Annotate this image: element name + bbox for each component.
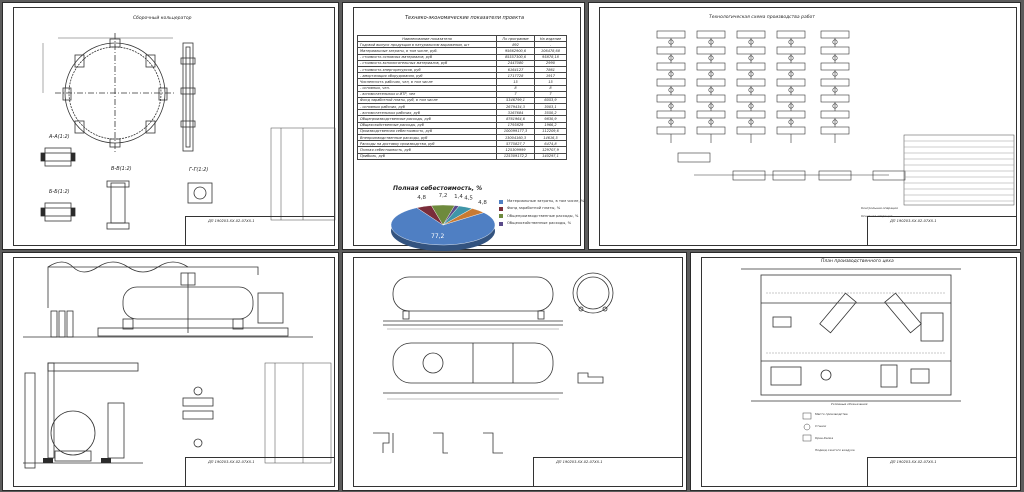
title-block: ДП 190203.ХХ-02-07ХХ.1 (867, 457, 1017, 487)
pie-value-label: 4,8 (478, 200, 487, 206)
flow-step-box (656, 62, 686, 71)
legend-heading: Условные обозначения (831, 402, 868, 406)
pie-value-label: 4,5 (464, 196, 473, 202)
flow-step-box (820, 94, 850, 103)
drawing-code: ДП 190203.ХХ-02-07ХХ.1 (890, 219, 937, 223)
legend-item-3: Кран-балка (815, 436, 834, 440)
drawing-code: ДП 190203.ХХ-02-07ХХ.1 (208, 460, 255, 464)
flow-step-box (776, 46, 806, 55)
legend-label: Фонд заработной платы, % (507, 206, 561, 211)
pie-value-label: 77,2 (431, 233, 445, 240)
flow-step-box (772, 170, 806, 181)
sheet-assembly-fixture: Сборочный кольцератор А-А(1:2) Б-Б(1:2) … (2, 2, 339, 250)
spec-table (270, 127, 336, 221)
title-block: ДП 190203.ХХ-02-07ХХ.1 (185, 457, 335, 487)
legend-item-2: Станок (815, 424, 827, 428)
flow-step-box (656, 110, 686, 119)
flow-step-box (696, 126, 726, 135)
legend-item: Фонд заработной платы, % (499, 206, 587, 211)
flow-step-box (736, 62, 766, 71)
flow-step-box (696, 30, 726, 39)
flow-step-box (736, 78, 766, 87)
legend-label: Общепроизводственные расходы, % (507, 213, 579, 218)
flow-step-box (776, 94, 806, 103)
drawing-code: ДП 190203.ХХ-02-07ХХ.1 (890, 460, 937, 464)
legend-swatch (499, 221, 503, 226)
flow-step-box (820, 78, 850, 87)
flow-step-box (776, 62, 806, 71)
legend-item: Общепроизводственные расходы, % (499, 213, 587, 219)
flow-step-box (776, 126, 806, 135)
legend-label: Материальные затраты, в том числе, % (507, 199, 585, 203)
flow-step-box (677, 152, 711, 163)
flow-step-box (820, 46, 850, 55)
flow-step-box (776, 30, 806, 39)
drawing-code: ДП 190203.ХХ-02-07ХХ.1 (556, 460, 603, 464)
flow-step-box (656, 46, 686, 55)
sheet-economics: Технико-экономические показатели проекта… (342, 2, 587, 251)
flow-step-box (820, 30, 850, 39)
flow-step-box (776, 110, 806, 119)
flow-step-box (696, 78, 726, 87)
flow-step-box (820, 126, 850, 135)
flow-step-box (656, 126, 686, 135)
sheet-welding-station: ДП 190203.ХХ-02-07ХХ.1 (2, 252, 339, 491)
flow-step-box (736, 46, 766, 55)
title-block: ДП 190203.ХХ-02-07ХХ.1 (185, 216, 335, 246)
flow-step-box (736, 94, 766, 103)
title-block: ДП 190203.ХХ-02-07ХХ.1 (867, 216, 1017, 246)
flow-step-box (820, 110, 850, 119)
flow-step-box (818, 170, 852, 181)
legend-item: Материальные затраты, в том числе, % (499, 199, 587, 204)
chart-legend: Материальные затраты, в том числе, % Фонд… (499, 199, 587, 229)
drawing-code: ДП 190203.ХХ-02-07ХХ.1 (208, 219, 255, 223)
flow-step-box (656, 94, 686, 103)
legend-swatch (499, 199, 503, 204)
legend-item-1: Место производства (815, 412, 848, 416)
legend-control: Контрольная операция (861, 206, 898, 210)
legend-label: Общехозяйственные расходы, % (507, 221, 572, 226)
flow-step-box (656, 78, 686, 87)
flow-step-box (696, 46, 726, 55)
flow-step-box (696, 62, 726, 71)
legend-swatch (499, 206, 503, 211)
flow-step-box (656, 30, 686, 39)
sheet-workshop-plan: План производственного цеха Условные обо… (690, 252, 1021, 491)
flow-step-box (696, 94, 726, 103)
sheet-process-scheme: Технологическая схема производства работ… (588, 2, 1021, 250)
process-flowchart (656, 30, 1015, 206)
flow-step-box (736, 126, 766, 135)
flow-step-box (736, 30, 766, 39)
legend-item-4: Подвод сжатого воздуха (815, 448, 855, 452)
flow-step-box (776, 78, 806, 87)
flow-step-box (732, 170, 766, 181)
title-block: ДП 190203.ХХ-02-07ХХ.1 (533, 457, 683, 487)
legend-swatch (499, 214, 503, 219)
pie-value-label: 4,8 (417, 195, 426, 201)
pie-value-label: 1,4 (454, 194, 463, 200)
flow-step-box (872, 170, 906, 181)
flow-step-box (820, 62, 850, 71)
pie-value-label: 7,2 (439, 193, 448, 199)
legend-item: Общехозяйственные расходы, % (499, 221, 587, 226)
flow-step-box (696, 110, 726, 119)
sheet-vessel: ДП 190203.ХХ-02-07ХХ.1 (342, 252, 687, 491)
flow-step-box (736, 110, 766, 119)
